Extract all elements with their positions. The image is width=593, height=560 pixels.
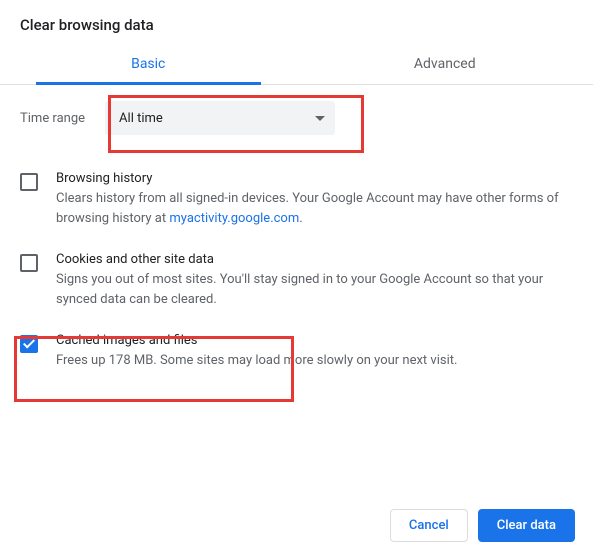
cancel-button[interactable]: Cancel xyxy=(390,509,468,542)
clear-browsing-data-dialog: Clear browsing data Basic Advanced Time … xyxy=(0,0,593,560)
dropdown-triangle-icon xyxy=(315,116,325,121)
checkbox-cookies[interactable] xyxy=(20,254,38,272)
tab-advanced[interactable]: Advanced xyxy=(297,46,593,84)
option-title: Browsing history xyxy=(56,171,573,186)
time-range-row: Time range All time xyxy=(20,101,573,135)
content-section: Time range All time Browsing history Cle… xyxy=(0,85,593,381)
desc-text: Clears history from all signed-in device… xyxy=(56,191,559,226)
option-browsing-history: Browsing history Clears history from all… xyxy=(20,157,573,238)
tab-basic[interactable]: Basic xyxy=(0,46,297,84)
checkbox-browsing-history[interactable] xyxy=(20,173,38,191)
dialog-title: Clear browsing data xyxy=(0,0,593,46)
time-range-label: Time range xyxy=(20,111,85,126)
option-title: Cookies and other site data xyxy=(56,252,573,267)
time-range-select[interactable]: All time xyxy=(105,101,335,135)
dialog-footer: Cancel Clear data xyxy=(390,509,575,542)
option-desc: Clears history from all signed-in device… xyxy=(56,189,573,228)
option-title: Cached images and files xyxy=(56,333,573,348)
option-cookies: Cookies and other site data Signs you ou… xyxy=(20,238,573,319)
time-range-value: All time xyxy=(119,111,163,126)
option-desc: Frees up 178 MB. Some sites may load mor… xyxy=(56,351,573,371)
desc-text-after: . xyxy=(299,211,302,226)
option-body: Cookies and other site data Signs you ou… xyxy=(56,252,573,309)
option-cached-images: Cached images and files Frees up 178 MB.… xyxy=(20,319,573,381)
tabs: Basic Advanced xyxy=(0,46,593,85)
option-desc: Signs you out of most sites. You'll stay… xyxy=(56,270,573,309)
myactivity-link[interactable]: myactivity.google.com xyxy=(169,211,299,226)
option-body: Cached images and files Frees up 178 MB.… xyxy=(56,333,573,371)
option-body: Browsing history Clears history from all… xyxy=(56,171,573,228)
checkbox-cached-images[interactable] xyxy=(20,335,38,353)
clear-data-button[interactable]: Clear data xyxy=(478,509,575,542)
